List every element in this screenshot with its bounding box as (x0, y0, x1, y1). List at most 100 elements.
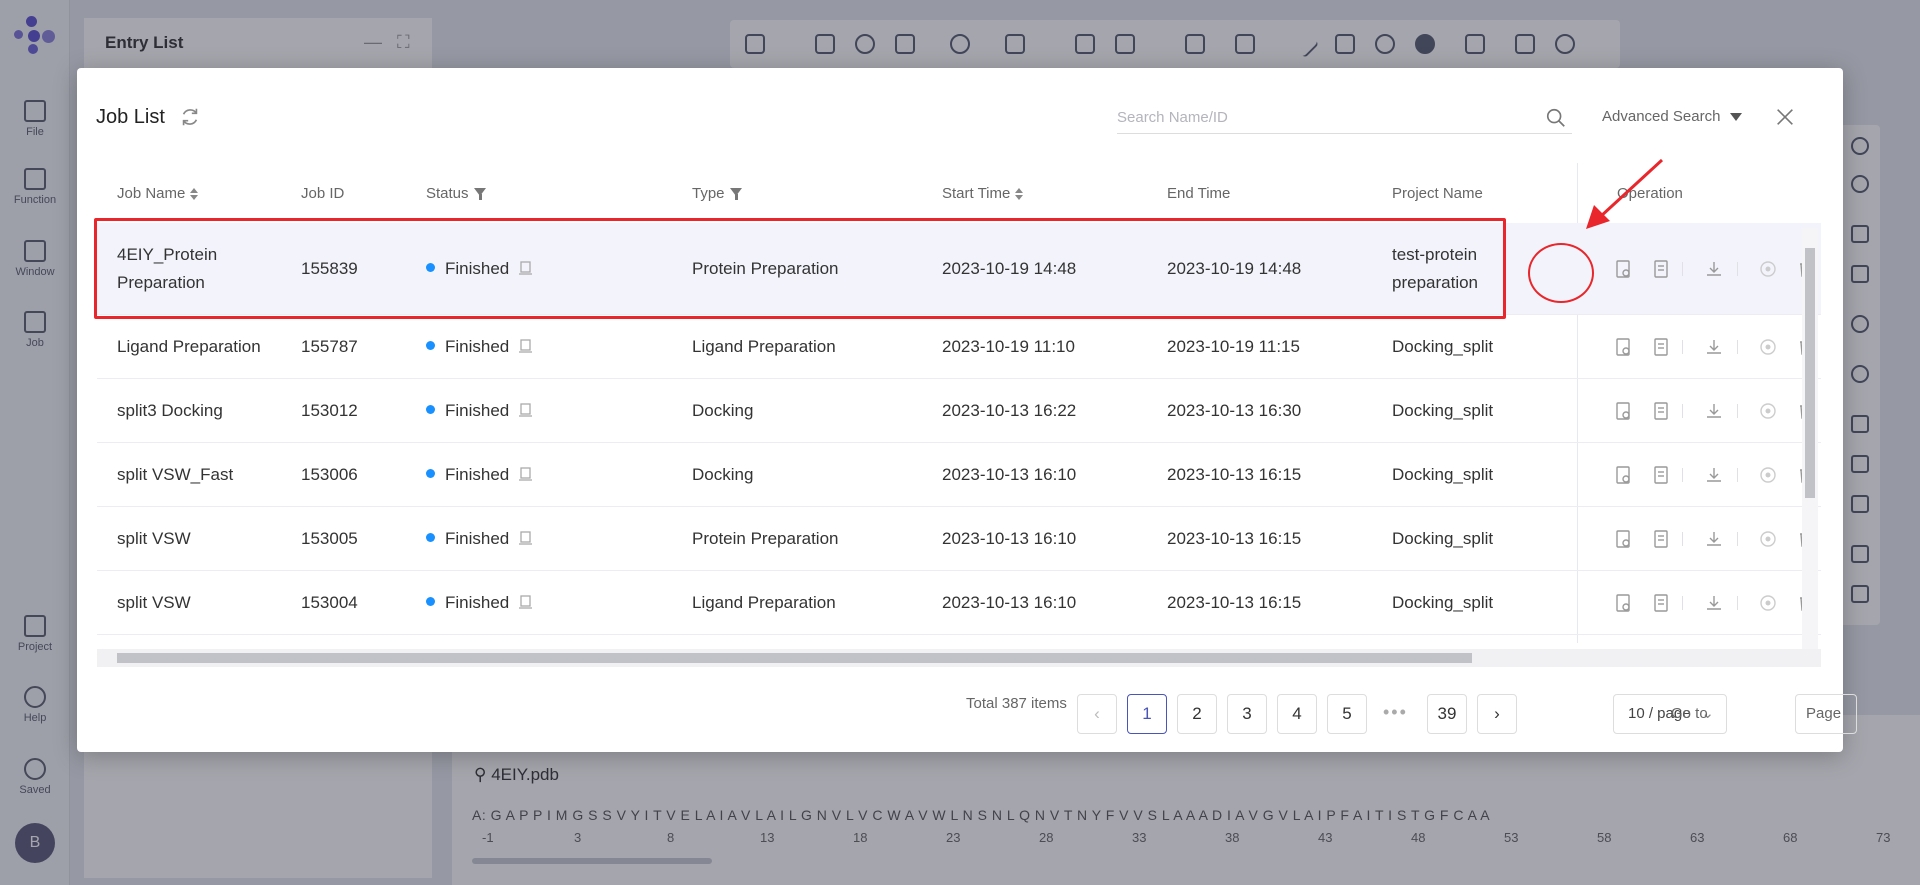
view-result-icon[interactable] (1614, 530, 1632, 548)
page-button-last[interactable]: 39 (1427, 694, 1467, 734)
end-time-cell: 2023-10-13 16:15 (1167, 593, 1302, 612)
log-icon[interactable] (519, 466, 533, 481)
download-icon[interactable] (1705, 260, 1723, 278)
report-icon[interactable] (1652, 260, 1670, 278)
highlight-box (94, 218, 1506, 319)
status-cell: Finished (426, 461, 533, 489)
report-icon[interactable] (1652, 594, 1670, 612)
page-size-select[interactable]: 10 / page ⌄ (1613, 694, 1727, 734)
report-icon[interactable] (1652, 530, 1670, 548)
download-icon[interactable] (1705, 466, 1723, 484)
stop-icon[interactable] (1759, 402, 1777, 420)
type-cell: Ligand Preparation (692, 337, 836, 356)
status-dot (426, 341, 435, 351)
job-name-cell[interactable]: split3 Docking (117, 397, 282, 425)
col-status[interactable]: Status (426, 185, 486, 202)
download-icon[interactable] (1705, 338, 1723, 356)
col-start-time[interactable]: Start Time (942, 185, 1024, 202)
job-list-dialog: Job List Advanced Search Job Name Job ID… (77, 68, 1857, 752)
operation-divider (1737, 404, 1738, 418)
view-result-icon[interactable] (1614, 594, 1632, 612)
log-icon[interactable] (519, 402, 533, 417)
download-icon[interactable] (1705, 594, 1723, 612)
status-dot (426, 533, 435, 543)
start-time-cell: 2023-10-13 16:10 (942, 529, 1077, 548)
status-cell: Finished (426, 525, 533, 553)
stop-icon[interactable] (1759, 530, 1777, 548)
refresh-icon[interactable] (179, 106, 201, 128)
type-cell: Docking (692, 401, 754, 420)
view-result-icon[interactable] (1614, 338, 1632, 356)
status-cell: Finished (426, 589, 533, 617)
search-input[interactable] (1117, 102, 1517, 132)
operation-divider (1737, 468, 1738, 482)
type-cell: Docking (692, 465, 754, 484)
next-page-button[interactable]: › (1477, 694, 1517, 734)
download-icon[interactable] (1705, 530, 1723, 548)
advanced-search-dropdown[interactable]: Advanced Search (1602, 108, 1743, 125)
close-icon[interactable] (1774, 106, 1796, 128)
pagination-total: Total 387 items (966, 695, 1067, 712)
view-result-icon[interactable] (1614, 402, 1632, 420)
prev-page-button[interactable]: ‹ (1077, 694, 1117, 734)
type-cell: Protein Preparation (692, 529, 839, 548)
job-name-cell[interactable]: split VSW (117, 525, 282, 553)
stop-icon[interactable] (1759, 466, 1777, 484)
col-project-name: Project Name (1392, 185, 1483, 202)
vertical-scrollbar[interactable] (1802, 228, 1818, 658)
report-icon[interactable] (1652, 338, 1670, 356)
log-icon[interactable] (519, 594, 533, 609)
horizontal-scroll-thumb[interactable] (117, 653, 1472, 663)
status-dot (426, 469, 435, 479)
sort-icon[interactable] (190, 188, 199, 201)
operation-divider (1682, 468, 1683, 482)
log-icon[interactable] (519, 338, 533, 353)
page-button-1[interactable]: 1 (1127, 694, 1167, 734)
operation-divider (1682, 596, 1683, 610)
search-icon[interactable] (1545, 107, 1567, 129)
report-icon[interactable] (1652, 402, 1670, 420)
table-row[interactable]: split VSW_Fast 153006 Finished Docking 2023-… (97, 443, 1821, 507)
download-icon[interactable] (1705, 402, 1723, 420)
caret-down-icon (1730, 113, 1743, 122)
sort-icon[interactable] (1015, 188, 1024, 201)
horizontal-scrollbar[interactable] (97, 649, 1821, 667)
job-id-cell: 153004 (301, 593, 358, 612)
job-name-cell[interactable]: Ligand Preparation (117, 333, 282, 361)
pagination-ellipsis[interactable]: ••• (1383, 702, 1408, 723)
col-job-name[interactable]: Job Name (117, 185, 199, 202)
operation-divider (1682, 340, 1683, 354)
filter-icon[interactable] (473, 188, 486, 201)
table-row[interactable]: split3 Docking 153012 Finished Docking 2023-… (97, 379, 1821, 443)
vertical-scroll-thumb[interactable] (1805, 248, 1815, 498)
page-button-4[interactable]: 4 (1277, 694, 1317, 734)
page-label: Page (1806, 705, 1842, 722)
table-row[interactable]: split VSW 153004 Finished Ligand Preparatio… (97, 571, 1821, 635)
highlight-circle (1528, 243, 1594, 303)
report-icon[interactable] (1652, 466, 1670, 484)
view-result-icon[interactable] (1614, 466, 1632, 484)
page-button-5[interactable]: 5 (1327, 694, 1367, 734)
status-cell: Finished (426, 333, 533, 361)
stop-icon[interactable] (1759, 260, 1777, 278)
project-name-cell: Docking_split (1392, 529, 1494, 548)
project-name-cell: Docking_split (1392, 401, 1494, 420)
table-row[interactable]: split VSW 153005 Finished Protein Preparati… (97, 507, 1821, 571)
page-button-3[interactable]: 3 (1227, 694, 1267, 734)
col-end-time: End Time (1167, 185, 1231, 202)
start-time-cell: 2023-10-13 16:10 (942, 465, 1077, 484)
log-icon[interactable] (519, 530, 533, 545)
filter-icon[interactable] (729, 188, 742, 201)
status-dot (426, 405, 435, 415)
col-type[interactable]: Type (692, 185, 742, 202)
page-button-2[interactable]: 2 (1177, 694, 1217, 734)
stop-icon[interactable] (1759, 338, 1777, 356)
job-name-cell[interactable]: split VSW_Fast (117, 461, 282, 489)
view-result-icon[interactable] (1614, 260, 1632, 278)
job-id-cell: 155787 (301, 337, 358, 356)
table-row[interactable]: Ligand Preparation 155787 Finished Ligand P… (97, 315, 1821, 379)
job-name-cell[interactable]: split VSW (117, 589, 282, 617)
stop-icon[interactable] (1759, 594, 1777, 612)
operation-divider (1737, 262, 1738, 276)
start-time-cell: 2023-10-13 16:22 (942, 401, 1077, 420)
